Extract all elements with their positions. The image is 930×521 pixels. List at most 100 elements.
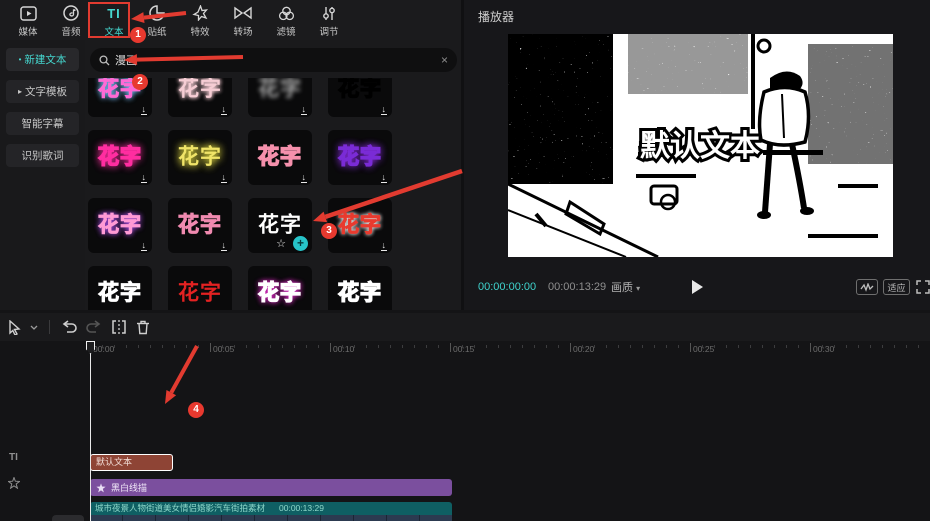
ruler-major-tick — [330, 343, 331, 352]
ruler-minor-tick — [654, 345, 655, 348]
toolbar-tab-effects-icon[interactable]: 特效 — [182, 5, 218, 38]
text-style-sample: 花字 — [88, 140, 152, 170]
text-style-tile-9[interactable]: 花字↓ — [88, 198, 152, 253]
text-style-tile-10[interactable]: 花字↓ — [168, 198, 232, 253]
add-to-track-button[interactable]: + — [293, 236, 308, 251]
ruler-minor-tick — [390, 345, 391, 348]
toolbar-tab-audio-icon[interactable]: 音频 — [53, 5, 89, 38]
cover-button[interactable]: 封面 — [52, 515, 84, 521]
video-thumbnail — [222, 515, 255, 521]
audio-icon — [63, 5, 79, 21]
sidebar-item-0[interactable]: •新建文本 — [6, 48, 79, 71]
toolbar-tab-transition-icon[interactable]: 转场 — [225, 5, 261, 38]
toolbar-tab-adjust-icon[interactable]: 调节 — [311, 5, 347, 38]
ruler-minor-tick — [798, 345, 799, 348]
text-style-sample: 花字 — [168, 140, 232, 170]
ruler-minor-tick — [678, 345, 679, 348]
undo-button[interactable] — [61, 320, 77, 334]
sticker-icon — [149, 5, 165, 21]
text-style-sample: 花字 — [88, 208, 152, 238]
text-style-tile-3[interactable]: 花字↓ — [248, 78, 312, 117]
download-icon: ↓ — [221, 105, 228, 115]
sidebar-item-marker: ▸ — [18, 87, 22, 96]
ruler-minor-tick — [402, 345, 403, 348]
ruler-minor-tick — [870, 345, 871, 348]
sidebar-item-3[interactable]: 识别歌词 — [6, 144, 79, 167]
text-style-tile-4[interactable]: 花字↓ — [328, 78, 392, 117]
text-style-tile-6[interactable]: 花字↓ — [168, 130, 232, 185]
ruler-minor-tick — [726, 345, 727, 348]
ruler-minor-tick — [270, 345, 271, 348]
toolbar-tab-label: 特效 — [190, 24, 209, 38]
ruler-minor-tick — [786, 345, 787, 348]
download-icon: ↓ — [381, 105, 388, 115]
favorite-star-icon[interactable]: ☆ — [276, 237, 286, 250]
scopes-icon[interactable] — [856, 279, 878, 295]
download-icon: ↓ — [141, 105, 148, 115]
text-style-tile-15[interactable]: 花字↓ — [248, 266, 312, 310]
video-preview[interactable]: 默认文本 — [508, 34, 893, 257]
ruler-label-00:10: 00:10 — [333, 344, 354, 354]
sidebar-item-2[interactable]: 智能字幕 — [6, 112, 79, 135]
play-button[interactable] — [692, 280, 703, 294]
text-style-tile-11[interactable]: 花字☆+ — [248, 198, 312, 253]
video-thumbnail — [420, 515, 452, 521]
text-style-tile-14[interactable]: 花字↓ — [168, 266, 232, 310]
fullscreen-icon[interactable] — [916, 280, 930, 299]
toolbar-tab-filter-icon[interactable]: 滤镜 — [268, 5, 304, 38]
fit-button[interactable]: 适应 — [883, 279, 910, 295]
text-style-tile-7[interactable]: 花字↓ — [248, 130, 312, 185]
text-style-tile-12[interactable]: 花字↓ — [328, 198, 392, 253]
adjust-icon — [321, 5, 337, 21]
video-clip-thumbnails — [90, 515, 452, 521]
select-tool-chevron-icon[interactable] — [30, 325, 38, 330]
time-ruler[interactable]: 00:0000:0500:1000:1500:2000:2500:30 — [85, 341, 930, 358]
video-thumbnail — [321, 515, 354, 521]
timeline-effect-clip[interactable]: 黑白线描 — [90, 479, 452, 496]
ruler-minor-tick — [666, 345, 667, 348]
ruler-minor-tick — [738, 345, 739, 348]
video-thumbnail — [288, 515, 321, 521]
sidebar-item-marker: • — [19, 55, 22, 64]
ruler-minor-tick — [438, 345, 439, 348]
toolbar-tab-label: 贴纸 — [147, 24, 166, 38]
text-style-tile-1[interactable]: 花字↓ — [88, 78, 152, 117]
ruler-minor-tick — [906, 345, 907, 348]
text-style-tile-5[interactable]: 花字↓ — [88, 130, 152, 185]
asset-panel: 媒体音频TI文本贴纸 特效 转场滤镜调节 •新建文本 ▸文字模板智能字幕识别歌词 漫画… — [0, 0, 461, 310]
redo-button[interactable] — [86, 320, 102, 334]
search-clear-icon[interactable]: × — [441, 53, 448, 67]
ruler-minor-tick — [246, 345, 247, 348]
media-icon — [20, 5, 37, 21]
text-style-tile-8[interactable]: 花字↓ — [328, 130, 392, 185]
quality-dropdown[interactable]: 画质 ▾ — [611, 279, 640, 295]
player-controls: 00:00:00:00 00:00:13:29 画质 ▾ 适应 — [464, 272, 930, 302]
ruler-minor-tick — [366, 345, 367, 348]
sidebar-item-1[interactable]: ▸文字模板 — [6, 80, 79, 103]
playhead-line[interactable] — [90, 341, 91, 521]
select-tool-button[interactable] — [8, 320, 21, 335]
text-track-icon: TI — [9, 452, 18, 463]
ruler-minor-tick — [606, 345, 607, 348]
delete-button[interactable] — [136, 320, 150, 335]
ruler-minor-tick — [294, 345, 295, 348]
effect-clip-label: 黑白线描 — [111, 481, 147, 494]
ruler-major-tick — [210, 343, 211, 352]
text-style-tile-16[interactable]: 花字↓ — [328, 266, 392, 310]
text-style-tile-13[interactable]: 花字↓ — [88, 266, 152, 310]
timeline-video-clip[interactable]: 城市夜景人物街道美女情侣婚影汽车街拍素材00:00:13:29 — [90, 502, 452, 521]
search-input[interactable]: 漫画 — [115, 52, 436, 68]
text-style-tile-2[interactable]: 花字↓ — [168, 78, 232, 117]
sidebar-item-label: 新建文本 — [24, 52, 66, 67]
ruler-minor-tick — [558, 345, 559, 348]
effect-track-icon — [8, 476, 20, 494]
ruler-minor-tick — [882, 345, 883, 348]
timeline-text-clip[interactable]: 默认文本 — [90, 454, 173, 471]
split-clip-button[interactable] — [111, 320, 127, 334]
toolbar-tab-media-icon[interactable]: 媒体 — [10, 5, 46, 38]
search-bar[interactable]: 漫画 × — [90, 48, 457, 72]
text-style-sample: 花字 — [168, 208, 232, 238]
toolbar-tab-sticker-icon[interactable]: 贴纸 — [139, 5, 175, 38]
toolbar-tab-text-icon[interactable]: TI文本 — [96, 5, 132, 38]
total-duration: 00:00:13:29 — [548, 281, 606, 293]
